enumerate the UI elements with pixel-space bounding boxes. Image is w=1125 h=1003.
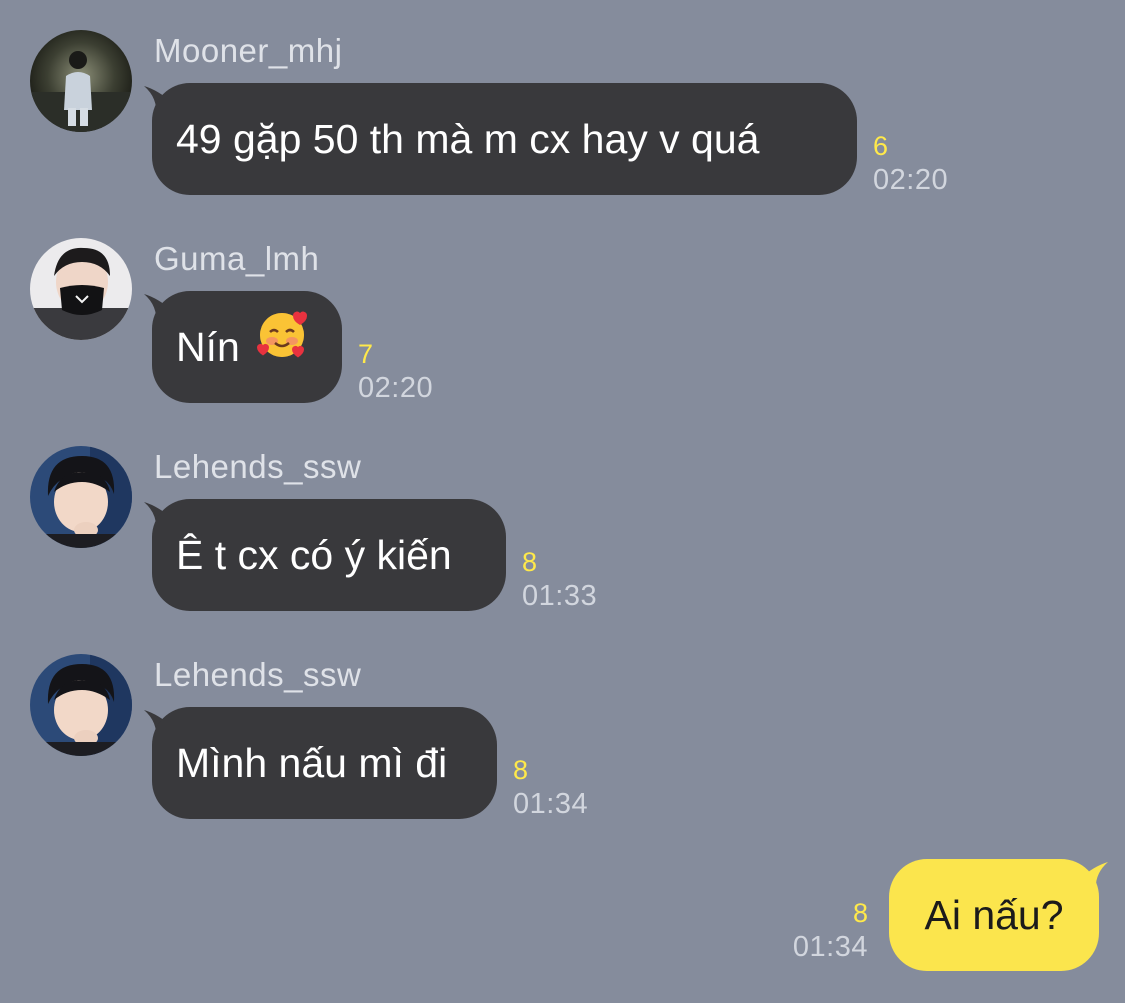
message-text: Ê t cx có ý kiến — [176, 532, 452, 578]
sender-name: Lehends_ssw — [154, 656, 362, 693]
timestamp: 01:34 — [792, 931, 868, 963]
message-text: Mình nấu mì đi — [176, 740, 448, 786]
chat-area[interactable]: Mooner_mhj 49 gặp 50 th mà m cx hay v qu… — [0, 0, 1125, 1003]
message-row: Lehends_ssw Mình nấu mì đi 8 01:34 — [0, 654, 1125, 854]
sender-name: Mooner_mhj — [154, 32, 343, 69]
sender-name: Lehends_ssw — [154, 448, 362, 485]
smiling-face-with-hearts-icon — [254, 291, 310, 403]
message-row: Lehends_ssw Ê t cx có ý kiến 8 01:33 — [0, 446, 1125, 646]
unread-count: 8 — [513, 755, 529, 785]
outgoing-message-meta: 8 01:34 — [793, 897, 868, 965]
message-row: Mooner_mhj 49 gặp 50 th mà m cx hay v qu… — [0, 30, 1125, 230]
unread-count: 6 — [873, 131, 889, 161]
message-meta: 8 01:34 — [513, 754, 588, 822]
message-row: Guma_lmh Nín 7 02:20 — [0, 238, 1125, 438]
message-meta: 8 01:33 — [522, 546, 597, 614]
message-bubble[interactable]: 49 gặp 50 th mà m cx hay v quá — [152, 83, 857, 195]
message-text: 49 gặp 50 th mà m cx hay v quá — [176, 116, 760, 162]
timestamp: 01:34 — [513, 788, 589, 820]
avatar[interactable] — [30, 238, 132, 340]
avatar[interactable] — [30, 30, 132, 132]
profile-photo-icon — [30, 446, 132, 548]
message-bubble[interactable]: Mình nấu mì đi — [152, 707, 497, 819]
avatar[interactable] — [30, 654, 132, 756]
unread-count: 7 — [358, 339, 374, 369]
profile-photo-icon — [30, 238, 132, 340]
message-bubble[interactable]: Ê t cx có ý kiến — [152, 499, 506, 611]
message-bubble[interactable]: Nín — [152, 291, 342, 403]
unread-count: 8 — [852, 898, 868, 928]
timestamp: 02:20 — [358, 372, 434, 404]
profile-photo-icon — [30, 654, 132, 756]
message-text: Ai nấu? — [924, 892, 1064, 938]
unread-count: 8 — [522, 547, 538, 577]
profile-photo-icon — [30, 30, 132, 132]
timestamp: 01:33 — [522, 580, 598, 612]
message-text: Nín — [176, 324, 240, 370]
timestamp: 02:20 — [873, 164, 949, 196]
sender-name: Guma_lmh — [154, 240, 320, 277]
avatar[interactable] — [30, 446, 132, 548]
message-meta: 6 02:20 — [873, 130, 948, 198]
outgoing-message-bubble[interactable]: Ai nấu? — [889, 859, 1099, 971]
message-meta: 7 02:20 — [358, 338, 433, 406]
